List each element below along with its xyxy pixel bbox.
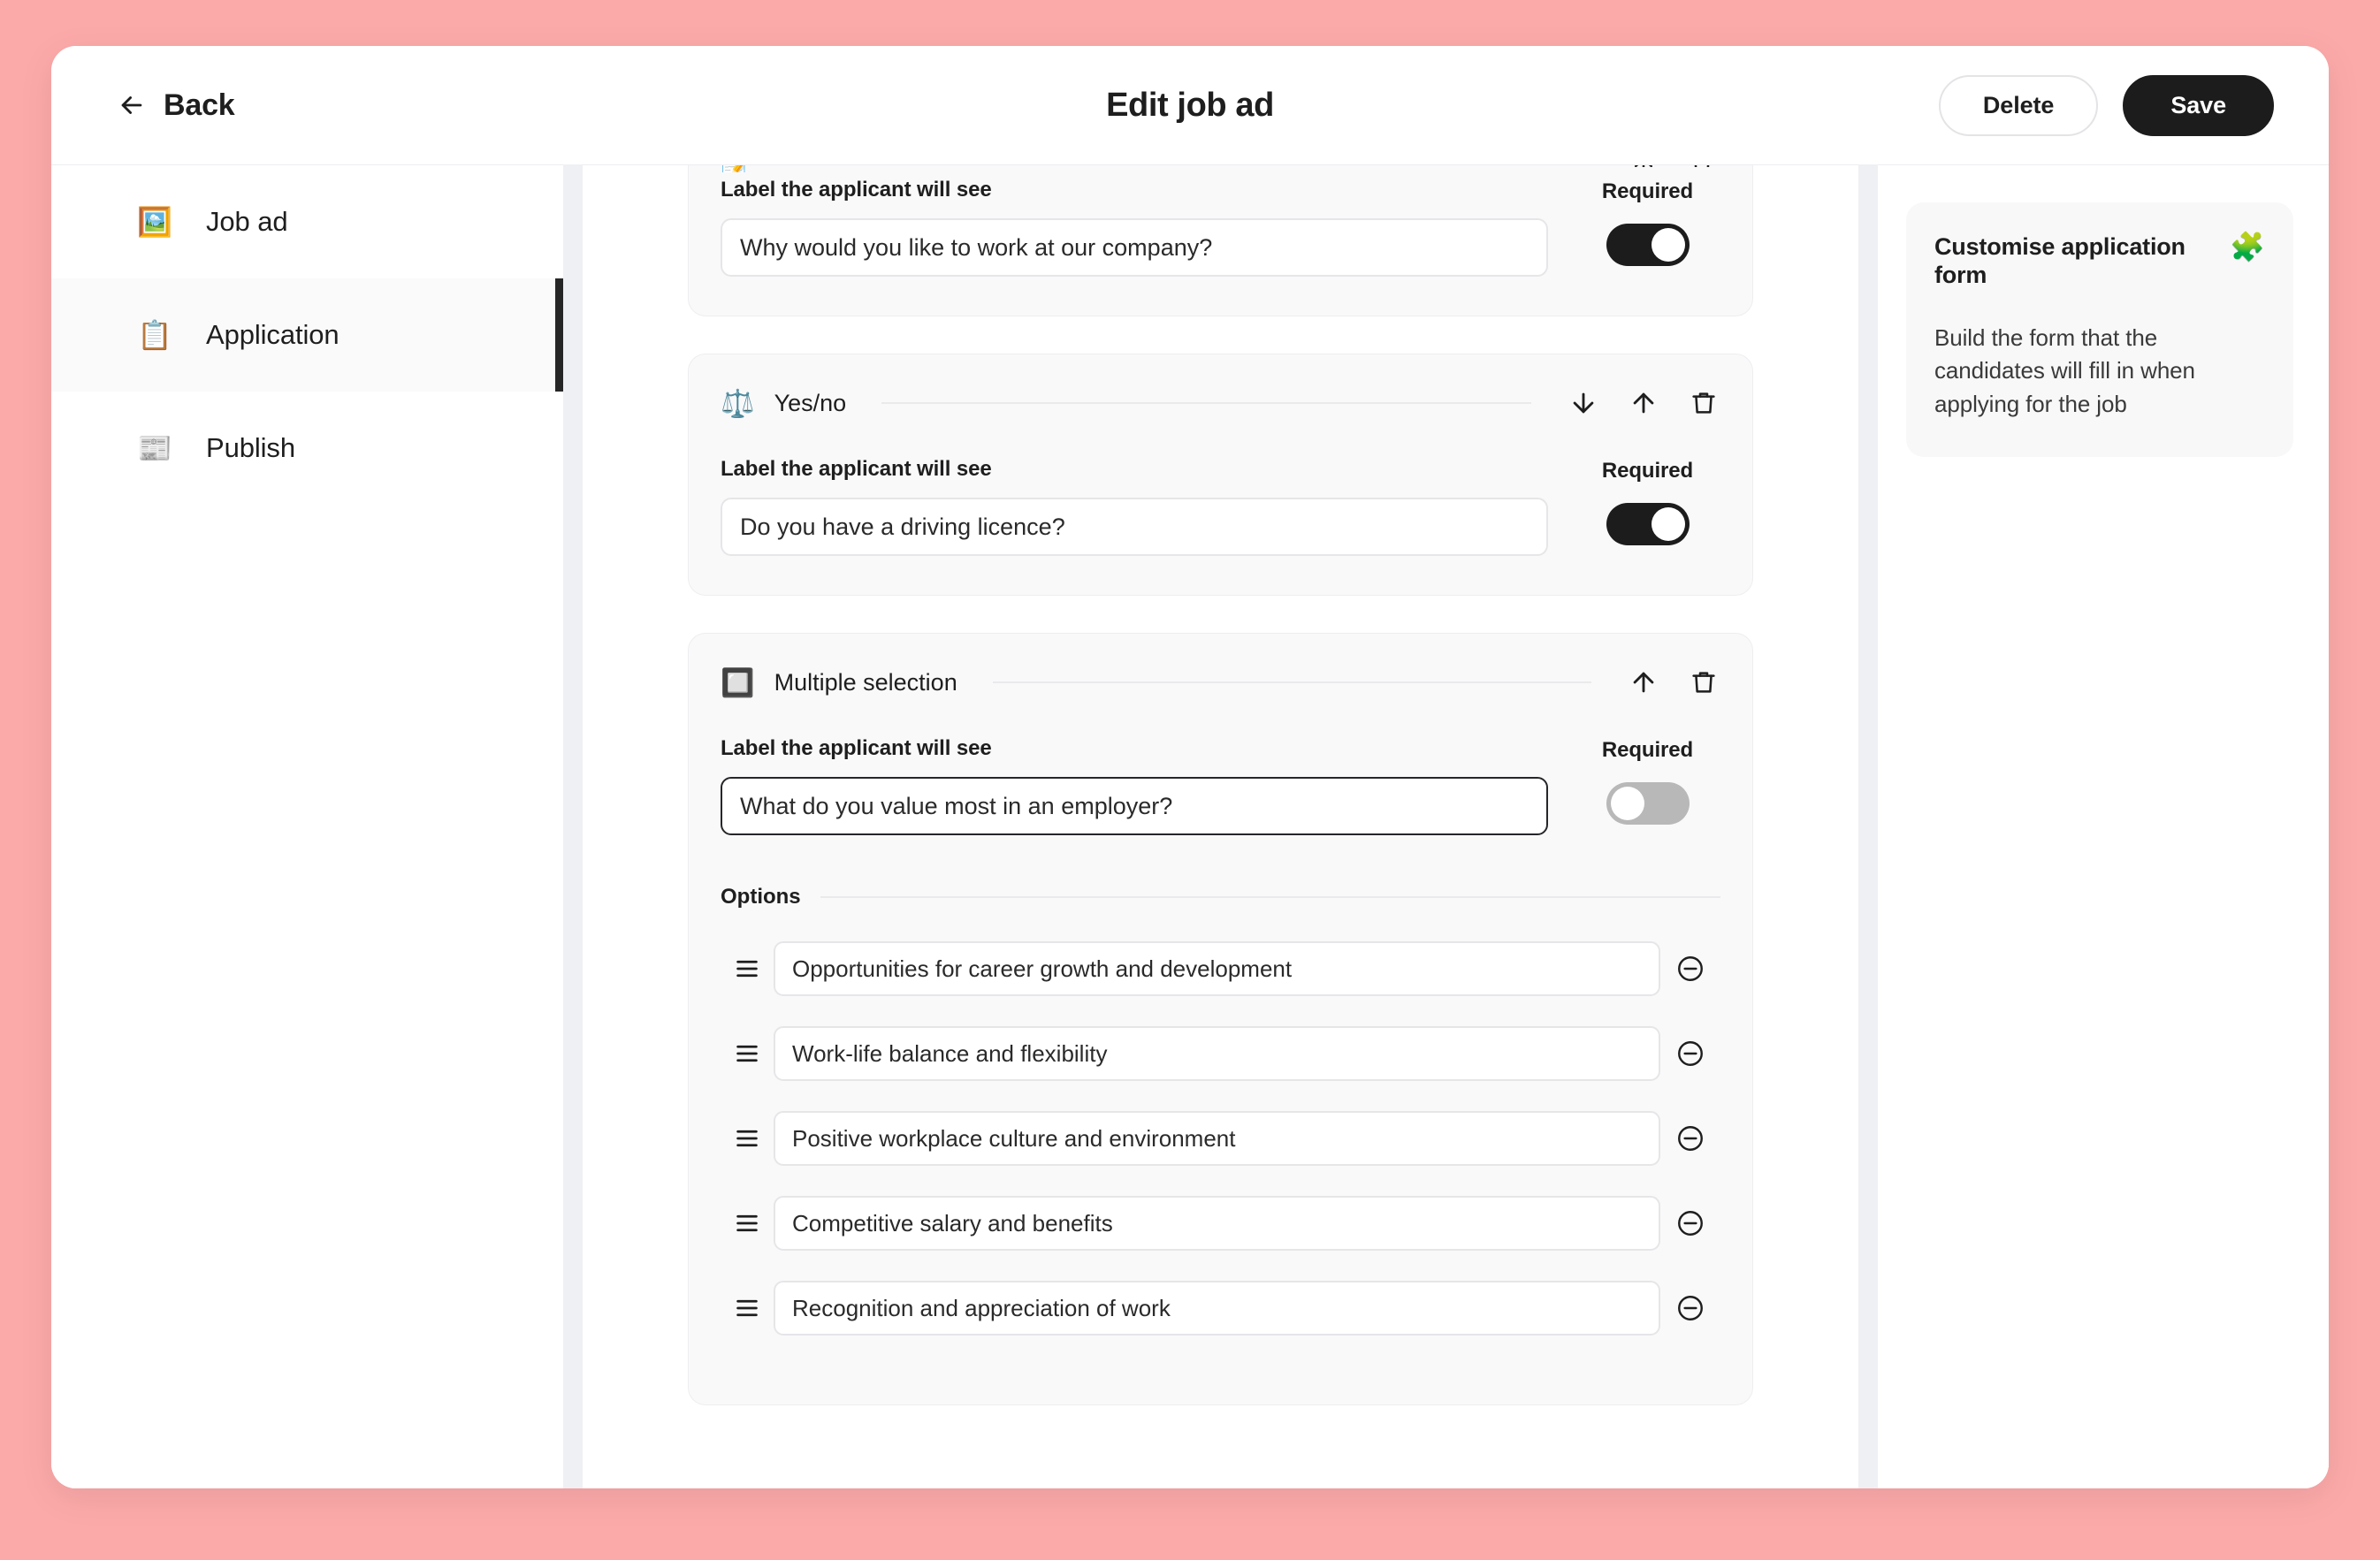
framed-picture-icon: 🖼️ bbox=[137, 206, 172, 238]
drag-handle-icon[interactable] bbox=[721, 957, 774, 980]
options-divider bbox=[820, 896, 1720, 898]
drag-handle-icon[interactable] bbox=[721, 1042, 774, 1065]
option-row bbox=[721, 1111, 1720, 1166]
sidebar-item-label: Application bbox=[206, 319, 339, 350]
remove-option-icon[interactable] bbox=[1660, 1123, 1720, 1153]
question-card-yes-no: ⚖️ Yes/no Label the applicant will see D… bbox=[688, 354, 1753, 596]
clipboard-icon: 📋 bbox=[137, 319, 172, 351]
question-type-label: Yes/no bbox=[774, 389, 847, 416]
question-label-input[interactable] bbox=[721, 498, 1548, 556]
balance-scale-icon: ⚖️ bbox=[721, 387, 755, 419]
delete-icon[interactable] bbox=[1687, 666, 1720, 699]
remove-option-icon[interactable] bbox=[1660, 954, 1720, 984]
question-row: Label the applicant will see Required bbox=[721, 178, 1720, 277]
back-label: Back bbox=[164, 88, 235, 122]
delete-button[interactable]: Delete bbox=[1938, 74, 2099, 136]
move-up-icon[interactable] bbox=[1630, 165, 1657, 167]
required-toggle[interactable] bbox=[1606, 782, 1690, 825]
form-builder-list: 📝 Label the applicant will see bbox=[688, 165, 1753, 1405]
option-input[interactable] bbox=[774, 1111, 1660, 1166]
field-label: Label the applicant will see bbox=[721, 457, 992, 481]
sidebar-item-application[interactable]: 📋 Application bbox=[51, 278, 563, 392]
newspaper-icon: 📰 bbox=[137, 432, 172, 464]
app-window: Back Edit job ad Delete Save 🖼️ Job ad 📋… bbox=[51, 46, 2329, 1488]
question-field: Label the applicant will see bbox=[721, 178, 1548, 277]
question-type-label: Multiple selection bbox=[774, 668, 957, 696]
sidebar-item-label: Publish bbox=[206, 432, 295, 463]
required-column: Required bbox=[1575, 736, 1720, 825]
option-row bbox=[721, 1196, 1720, 1251]
option-input[interactable] bbox=[774, 1281, 1660, 1336]
question-card-header: 🔲 Multiple selection bbox=[721, 666, 1720, 699]
sidebar-item-publish[interactable]: 📰 Publish bbox=[51, 392, 563, 505]
back-button[interactable]: Back bbox=[117, 88, 235, 123]
question-label-input[interactable] bbox=[721, 218, 1548, 277]
option-row bbox=[721, 1026, 1720, 1081]
delete-icon[interactable] bbox=[1689, 165, 1715, 167]
body-row: 🖼️ Job ad 📋 Application 📰 Publish 📝 bbox=[51, 164, 2329, 1488]
required-label: Required bbox=[1601, 738, 1694, 762]
required-label: Required bbox=[1601, 459, 1694, 483]
question-card-actions bbox=[1627, 666, 1720, 699]
move-up-icon[interactable] bbox=[1627, 666, 1660, 699]
options-title: Options bbox=[721, 885, 801, 909]
field-label: Label the applicant will see bbox=[721, 736, 992, 760]
header-divider bbox=[881, 402, 1531, 404]
remove-option-icon[interactable] bbox=[1660, 1208, 1720, 1238]
delete-icon[interactable] bbox=[1687, 386, 1720, 420]
required-column: Required bbox=[1575, 457, 1720, 545]
info-card-body: Build the form that the candidates will … bbox=[1934, 323, 2195, 418]
required-toggle[interactable] bbox=[1606, 503, 1690, 545]
question-field: Label the applicant will see bbox=[721, 736, 1548, 835]
drag-handle-icon[interactable] bbox=[721, 1127, 774, 1150]
move-up-icon[interactable] bbox=[1627, 386, 1660, 420]
option-input[interactable] bbox=[774, 1026, 1660, 1081]
question-card-partial: 📝 Label the applicant will see bbox=[688, 165, 1753, 316]
customise-application-form-card: Customise application form 🧩 Build the f… bbox=[1906, 202, 2293, 457]
question-card-actions bbox=[1567, 386, 1720, 420]
options-header: Options bbox=[721, 885, 1720, 909]
required-toggle[interactable] bbox=[1606, 224, 1690, 266]
question-card-multiple-selection: 🔲 Multiple selection Label the applicant… bbox=[688, 633, 1753, 1405]
memo-icon: 📝 bbox=[721, 165, 751, 172]
toggle-knob bbox=[1651, 507, 1685, 541]
form-builder-panel: 📝 Label the applicant will see bbox=[583, 164, 1858, 1488]
sidebar: 🖼️ Job ad 📋 Application 📰 Publish bbox=[51, 164, 563, 1488]
question-row: Label the applicant will see Required bbox=[721, 457, 1720, 556]
help-panel: Customise application form 🧩 Build the f… bbox=[1878, 164, 2329, 1488]
sidebar-item-job-ad[interactable]: 🖼️ Job ad bbox=[51, 165, 563, 278]
header-divider bbox=[992, 681, 1591, 683]
drag-handle-icon[interactable] bbox=[721, 1297, 774, 1320]
app-header: Back Edit job ad Delete Save bbox=[51, 46, 2329, 164]
drag-handle-icon[interactable] bbox=[721, 1212, 774, 1235]
move-down-icon[interactable] bbox=[1567, 386, 1600, 420]
header-actions: Delete Save bbox=[1938, 74, 2274, 136]
checkbox-square-icon: 🔲 bbox=[721, 666, 755, 698]
question-row: Label the applicant will see Required bbox=[721, 736, 1720, 835]
puzzle-piece-icon: 🧩 bbox=[2230, 231, 2265, 263]
option-row bbox=[721, 941, 1720, 996]
save-button[interactable]: Save bbox=[2123, 74, 2274, 136]
info-card-title: Customise application form bbox=[1934, 233, 2185, 289]
column-divider-right bbox=[1858, 164, 1878, 1488]
question-card-header: ⚖️ Yes/no bbox=[721, 386, 1720, 420]
option-input[interactable] bbox=[774, 1196, 1660, 1251]
question-label-input[interactable] bbox=[721, 777, 1548, 835]
sidebar-item-label: Job ad bbox=[206, 206, 288, 237]
remove-option-icon[interactable] bbox=[1660, 1293, 1720, 1323]
info-card-header: Customise application form 🧩 bbox=[1934, 232, 2265, 290]
option-input[interactable] bbox=[774, 941, 1660, 996]
column-divider-left bbox=[563, 164, 583, 1488]
required-label: Required bbox=[1601, 179, 1694, 203]
toggle-knob bbox=[1651, 228, 1685, 262]
question-field: Label the applicant will see bbox=[721, 457, 1548, 556]
remove-option-icon[interactable] bbox=[1660, 1039, 1720, 1069]
field-label: Label the applicant will see bbox=[721, 178, 992, 202]
option-row bbox=[721, 1281, 1720, 1336]
arrow-left-icon bbox=[117, 90, 147, 120]
required-column: Required bbox=[1575, 178, 1720, 266]
clipped-card-actions bbox=[1630, 165, 1715, 167]
toggle-knob bbox=[1610, 787, 1644, 820]
